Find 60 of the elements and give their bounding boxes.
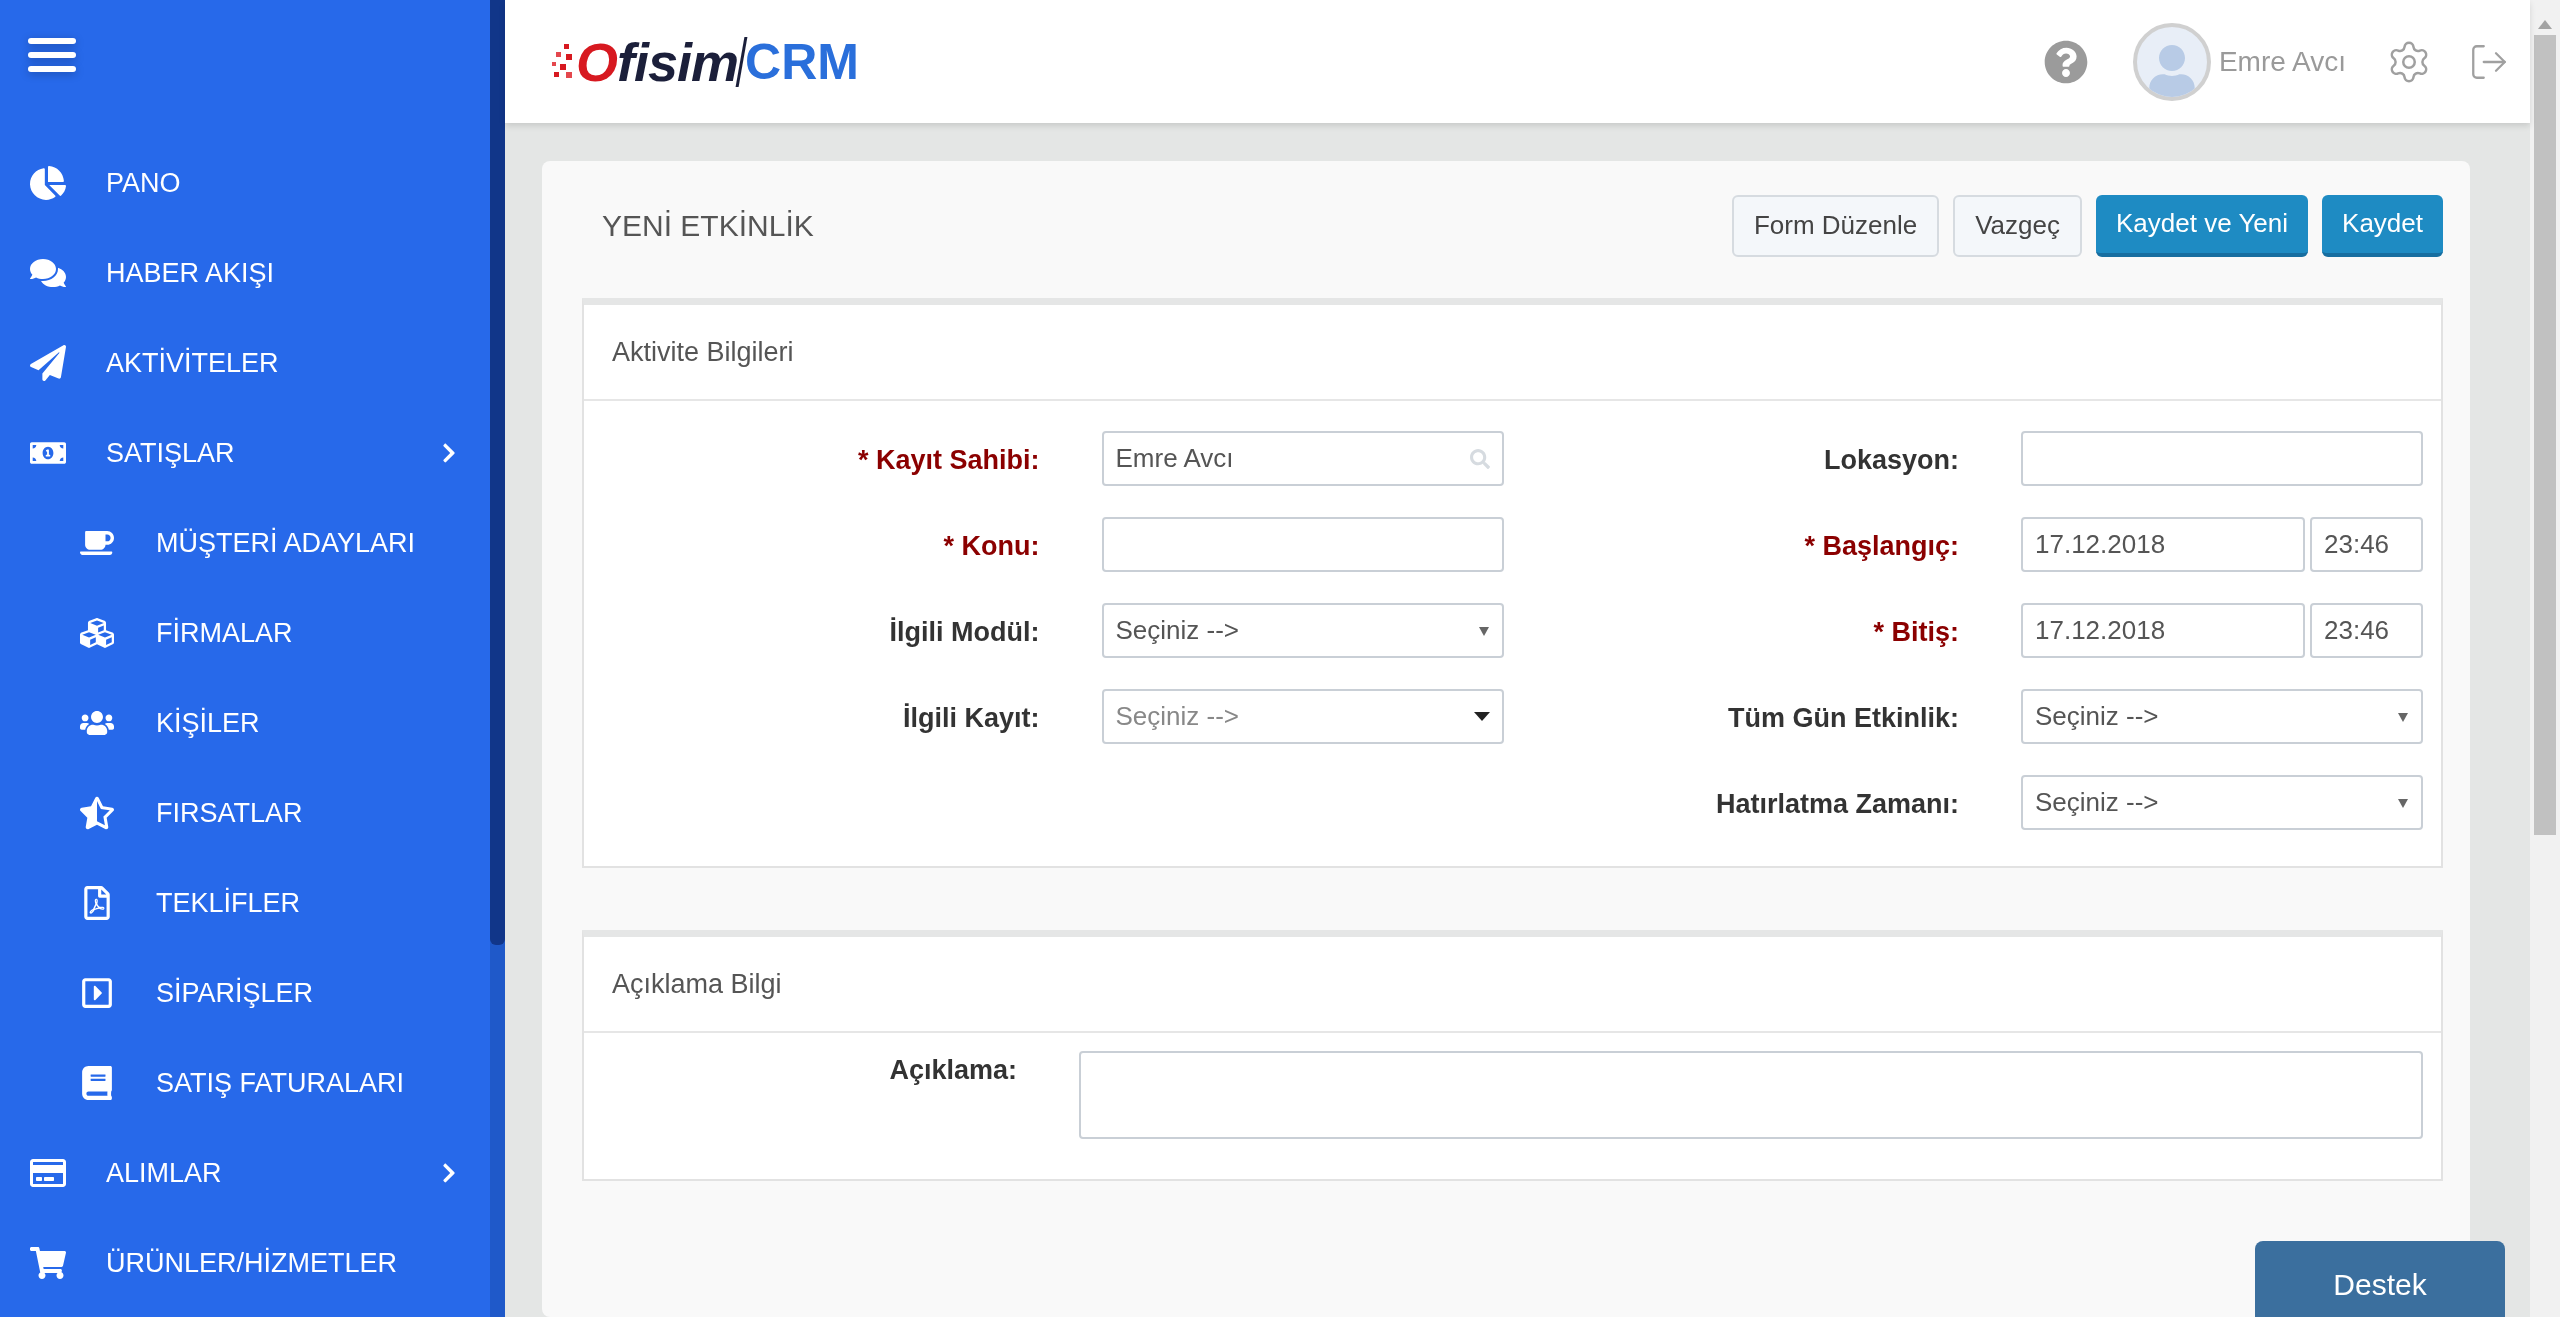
sidebar-subitem[interactable]: FİRMALAR: [0, 588, 490, 678]
field-label: İlgili Kayıt:: [901, 702, 1040, 734]
caret-icon: [1473, 712, 1490, 721]
pie-chart-icon: [30, 165, 66, 201]
paper-plane-icon: [30, 345, 66, 381]
sidebar-scrollbar[interactable]: [490, 0, 505, 1317]
sidebar-item[interactable]: ÜRÜNLER/HİZMETLER: [0, 1218, 490, 1308]
field-label: * Kayıt Sahibi:: [856, 444, 1040, 476]
sidebar-item[interactable]: PANO: [0, 138, 490, 228]
secondary-button[interactable]: Vazgeç: [1953, 194, 2082, 257]
half-star-icon: [80, 796, 114, 830]
sidebar-item[interactable]: HABER AKIŞI: [0, 228, 490, 318]
user-name[interactable]: Emre Avcı: [2218, 45, 2346, 78]
field-label: Hatırlatma Zamanı:: [1714, 788, 1959, 820]
select-field[interactable]: Seçiniz -->: [1101, 689, 1504, 744]
caret-icon: [2397, 796, 2409, 809]
sidebar-subitem[interactable]: FIRSATLAR: [0, 768, 490, 858]
text-field[interactable]: [1101, 517, 1504, 572]
caret-icon: [1477, 624, 1490, 637]
owner-lookup-field[interactable]: Emre Avcı: [1101, 431, 1504, 486]
book-icon: [80, 1066, 114, 1100]
date-field[interactable]: 17.12.2018: [2021, 603, 2305, 658]
time-field[interactable]: 23:46: [2310, 517, 2423, 572]
select-field[interactable]: Seçiniz -->: [2021, 689, 2423, 744]
save-button[interactable]: Kaydet ve Yeni: [2096, 194, 2309, 257]
caret-icon: [2397, 710, 2409, 723]
secondary-button[interactable]: Form Düzenle: [1731, 194, 1940, 257]
sidebar-item[interactable]: SATIŞLAR: [0, 408, 490, 498]
text-field[interactable]: [2021, 431, 2423, 486]
sidebar-subitem[interactable]: MÜŞTERİ ADAYLARI: [0, 498, 490, 588]
field-label: * Başlangıç:: [1803, 530, 1959, 562]
select-field[interactable]: Seçiniz -->: [2021, 775, 2423, 830]
save-button[interactable]: Kaydet: [2322, 194, 2443, 257]
sidebar-subitem[interactable]: SATIŞ FATURALARI: [0, 1038, 490, 1128]
help-icon[interactable]: [2043, 39, 2088, 84]
sidebar-item[interactable]: ALIMLAR: [0, 1128, 490, 1218]
field-label: İlgili Modül:: [888, 616, 1040, 648]
page-title: YENİ ETKİNLİK: [602, 208, 814, 243]
sidebar-subitem[interactable]: SİPARİŞLER: [0, 948, 490, 1038]
field-label: Tüm Gün Etkinlik:: [1727, 702, 1959, 734]
page-scrollbar[interactable]: [2530, 0, 2560, 1317]
sidebar-subitem[interactable]: TEKLİFLER: [0, 858, 490, 948]
field-label: Açıklama:: [888, 1054, 1017, 1087]
field-label: * Bitiş:: [1872, 616, 1959, 648]
time-field[interactable]: 23:46: [2310, 603, 2423, 658]
scroll-up-arrow-icon[interactable]: [2538, 20, 2552, 29]
search-icon: [1469, 448, 1490, 469]
field-label: * Konu:: [942, 530, 1040, 562]
field-label: Lokasyon:: [1822, 444, 1959, 476]
sidebar-item[interactable]: AKTİVİTELER: [0, 318, 490, 408]
sidebar-subitem[interactable]: KİŞİLER: [0, 678, 490, 768]
textarea-field[interactable]: [1079, 1051, 2423, 1139]
date-field[interactable]: 17.12.2018: [2021, 517, 2305, 572]
cubes-icon: [80, 616, 114, 650]
cart-icon: [30, 1245, 66, 1281]
logo: OfisimCRM: [550, 30, 859, 93]
section-title: Açıklama Bilgi: [612, 968, 782, 1000]
select-field[interactable]: Seçiniz -->: [1101, 603, 1504, 658]
support-button[interactable]: Destek: [2255, 1241, 2505, 1317]
section-title: Aktivite Bilgileri: [612, 336, 794, 368]
